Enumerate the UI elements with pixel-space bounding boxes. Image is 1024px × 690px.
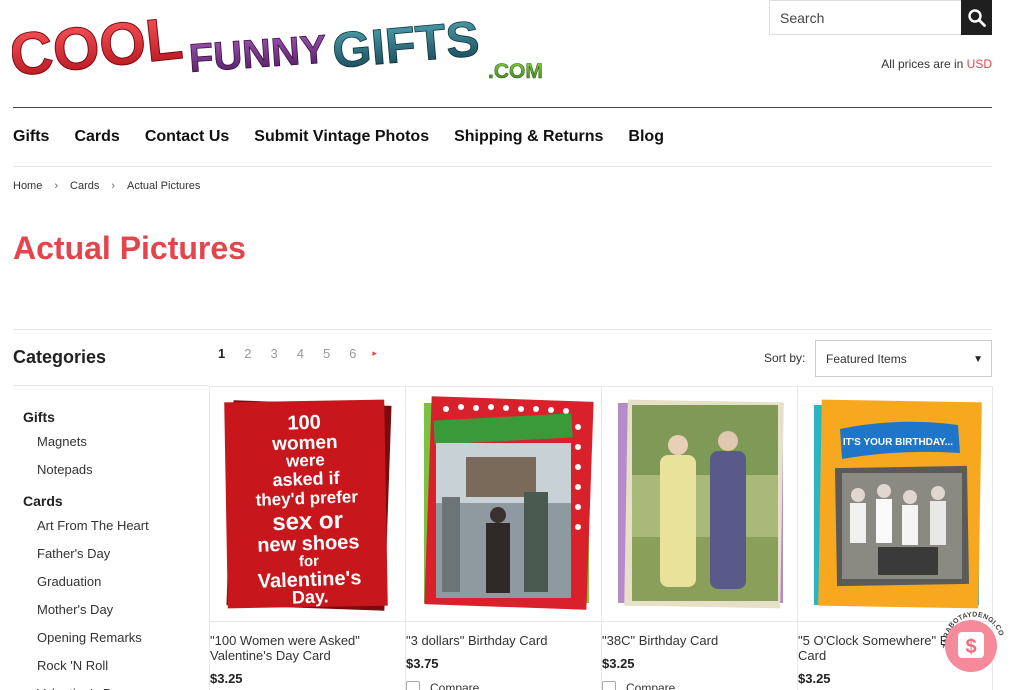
next-page-icon[interactable]: ▸	[372, 348, 377, 359]
nav-shipping-returns[interactable]: Shipping & Returns	[454, 128, 603, 146]
nav-gifts[interactable]: Gifts	[13, 128, 49, 146]
category-opening-remarks[interactable]: Opening Remarks	[23, 624, 203, 652]
chevron-right-icon: ›	[111, 180, 116, 192]
category-magnets[interactable]: Magnets	[23, 428, 203, 456]
product-card: 100 women were asked if they'd prefer se…	[209, 387, 405, 690]
watermark-badge: ZARABOTAYDENGI.COM $	[935, 603, 1008, 678]
logo-dotcom: .COM	[488, 60, 543, 83]
header-divider	[13, 107, 992, 108]
currency-prefix: All prices are in	[881, 57, 967, 71]
page-5[interactable]: 5	[323, 346, 330, 361]
page-3[interactable]: 3	[270, 346, 277, 361]
compare-checkbox[interactable]: Compare	[602, 681, 675, 690]
product-grid: 100 women were asked if they'd prefer se…	[209, 386, 993, 690]
categories-heading: Categories	[13, 347, 107, 367]
product-card: "38C" Birthday Card $3.25 Compare	[601, 387, 797, 690]
product-name[interactable]: "100 Women were Asked" Valentine's Day C…	[210, 633, 405, 663]
category-rock-n-roll[interactable]: Rock 'N Roll	[23, 652, 203, 680]
breadcrumb-current: Actual Pictures	[127, 180, 201, 192]
page-6[interactable]: 6	[349, 346, 356, 361]
card-text-line: they'd prefer	[255, 487, 358, 510]
sort-select[interactable]: Featured Items ▼	[815, 340, 992, 377]
nav-submit-vintage-photos[interactable]: Submit Vintage Photos	[254, 128, 429, 146]
nav-contact-us[interactable]: Contact Us	[145, 128, 229, 146]
category-notepads[interactable]: Notepads	[23, 456, 203, 484]
currency-note: All prices are in USD	[881, 57, 992, 71]
category-graduation[interactable]: Graduation	[23, 568, 203, 596]
product-image[interactable]: IT'S YOUR BIRTHDAY...	[798, 387, 993, 622]
svg-text:$: $	[965, 636, 976, 658]
checkbox-icon	[406, 681, 420, 690]
product-image[interactable]	[406, 387, 601, 622]
compare-checkbox[interactable]: Compare	[406, 681, 479, 690]
checkbox-icon	[602, 681, 616, 690]
search-button[interactable]	[961, 0, 992, 35]
page-title: Actual Pictures	[13, 230, 246, 266]
sort-label: Sort by:	[764, 351, 806, 365]
category-art-from-the-heart[interactable]: Art From The Heart	[23, 512, 203, 540]
logo-gifts: GIFTS	[330, 10, 482, 79]
category-mothers-day[interactable]: Mother's Day	[23, 596, 203, 624]
category-sidebar: Gifts Magnets Notepads Cards Art From Th…	[23, 406, 203, 690]
product-image[interactable]	[602, 387, 797, 622]
card-text-line: IT'S YOUR BIRTHDAY...	[843, 437, 953, 448]
category-valentines-day[interactable]: Valentine's Day	[23, 680, 203, 690]
page-1[interactable]: 1	[218, 346, 225, 361]
product-price: $3.75	[406, 656, 439, 671]
product-name[interactable]: "38C" Birthday Card	[602, 633, 797, 648]
card-text-line: for	[299, 553, 320, 571]
search-icon	[967, 8, 986, 27]
main-nav: Gifts Cards Contact Us Submit Vintage Ph…	[13, 128, 689, 146]
page-2[interactable]: 2	[244, 346, 251, 361]
page-4[interactable]: 4	[297, 346, 304, 361]
sort-selected-value: Featured Items	[826, 351, 907, 366]
category-cards[interactable]: Cards	[23, 490, 203, 512]
logo-cool: COOL	[12, 6, 186, 88]
breadcrumb-home[interactable]: Home	[13, 180, 42, 192]
compare-label: Compare	[626, 681, 676, 690]
product-price: $3.25	[210, 671, 243, 686]
caret-down-icon: ▼	[973, 354, 983, 365]
site-logo[interactable]: COOL FUNNY GIFTS .COM	[12, 6, 572, 88]
search-input[interactable]	[770, 1, 961, 34]
breadcrumb: Home › Cards › Actual Pictures	[13, 180, 200, 192]
pagination: 1 2 3 4 5 6 ▸	[218, 346, 396, 361]
categories-divider	[13, 385, 208, 386]
breadcrumb-cards[interactable]: Cards	[70, 180, 99, 192]
card-text-line: 100	[287, 411, 321, 434]
chevron-right-icon: ›	[54, 180, 59, 192]
product-image[interactable]: 100 women were asked if they'd prefer se…	[210, 387, 405, 622]
product-price: $3.25	[602, 656, 635, 671]
content-divider	[13, 329, 992, 330]
category-fathers-day[interactable]: Father's Day	[23, 540, 203, 568]
nav-cards[interactable]: Cards	[74, 128, 119, 146]
nav-divider	[13, 166, 992, 167]
currency-code[interactable]: USD	[967, 57, 992, 71]
product-name[interactable]: "3 dollars" Birthday Card	[406, 633, 601, 648]
compare-label: Compare	[430, 681, 480, 690]
product-price: $3.25	[798, 671, 831, 686]
card-text-line: asked if	[272, 468, 341, 490]
logo-funny: FUNNY	[188, 27, 329, 81]
nav-blog[interactable]: Blog	[628, 128, 664, 146]
category-gifts[interactable]: Gifts	[23, 406, 203, 428]
search-bar	[769, 0, 992, 35]
product-card: "3 dollars" Birthday Card $3.75 Compare	[405, 387, 601, 690]
card-text-line: Day.	[292, 586, 329, 607]
